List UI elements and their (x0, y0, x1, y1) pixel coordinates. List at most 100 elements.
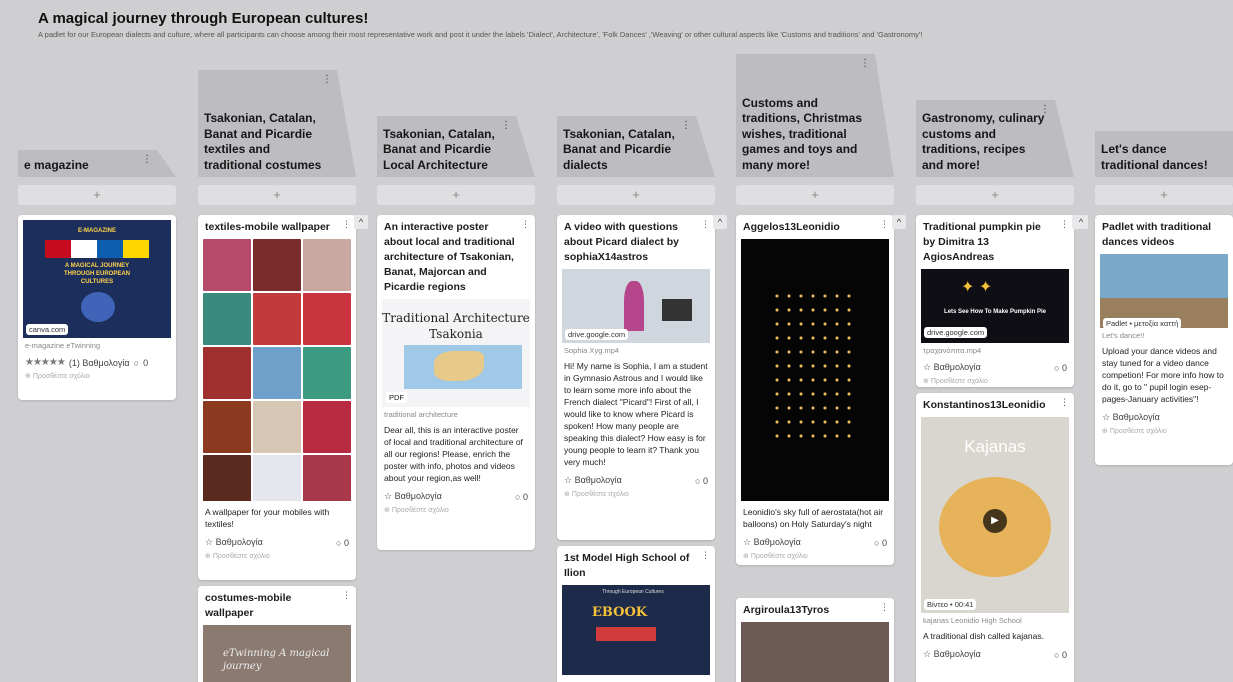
column-header[interactable]: Tsakonian, Catalan, Banat and Picardie d… (557, 116, 715, 177)
add-comment[interactable]: ⊕ Προσθέστε σχόλιο (1095, 423, 1233, 441)
play-icon[interactable]: ▶ (983, 509, 1007, 533)
column-menu-icon[interactable]: ⋮ (501, 120, 511, 131)
attachment-name: e-magazine eTwinning (25, 341, 101, 350)
column-menu-icon[interactable]: ⋮ (1040, 104, 1050, 115)
column-menu-icon[interactable]: ⋮ (142, 154, 152, 165)
column-header[interactable]: Tsakonian, Catalan, Banat and Picardie t… (198, 70, 356, 177)
post-menu-icon[interactable]: ⋮ (1060, 219, 1069, 230)
rate-control[interactable]: ☆ Βαθμολογία (205, 537, 263, 548)
post-card[interactable]: Argiroula13Tyros ⋮ (736, 598, 894, 682)
column-menu-icon[interactable]: ⋮ (322, 74, 332, 85)
post-thumbnail[interactable]: E-MAGAZINE A MAGICAL JOURNEY THROUGH EUR… (23, 220, 171, 338)
column-header[interactable]: Tsakonian, Catalan, Banat and Picardie L… (377, 116, 535, 177)
add-post-button[interactable]: + (1095, 185, 1233, 205)
post-card[interactable]: Padlet with traditional dances videos Pa… (1095, 215, 1233, 465)
post-thumbnail[interactable]: drive.google.com (562, 269, 710, 343)
post-thumbnail[interactable]: Through European Cultures EBOOK (562, 585, 710, 675)
add-comment[interactable]: ⊕ Προσθέστε σχόλιο (198, 548, 356, 566)
comments[interactable]: ○ 0 (1054, 363, 1067, 373)
comments[interactable]: ○ 0 (515, 492, 528, 502)
column-menu-icon[interactable]: ⋮ (860, 58, 870, 69)
post-menu-icon[interactable]: ⋮ (342, 590, 351, 601)
post-card[interactable]: ⋮ E-MAGAZINE A MAGICAL JOURNEY THROUGH E… (18, 215, 176, 400)
add-post-button[interactable]: + (377, 185, 535, 205)
rate-control[interactable]: ☆ Βαθμολογία (384, 491, 442, 502)
source-link[interactable]: Padlet • μετοξία καττή (1103, 318, 1182, 328)
post-thumbnail[interactable]: eTwinning A magical journey (203, 625, 351, 682)
post-card[interactable]: costumes-mobile wallpaper ⋮ eTwinning A … (198, 586, 356, 682)
rating-row[interactable]: ☆ Βαθμολογία ○ 0 (916, 642, 1074, 660)
post-menu-icon[interactable]: ⋮ (1060, 397, 1069, 408)
add-comment[interactable]: ⊕ Προσθέστε σχόλιο (736, 548, 894, 565)
add-post-button[interactable]: + (736, 185, 894, 205)
rating-row[interactable]: ☆ Βαθμολογία (1095, 405, 1233, 423)
scroll-up-button[interactable]: ^ (713, 215, 727, 229)
post-thumbnail[interactable] (741, 239, 889, 501)
column-header[interactable]: Let's dance traditional dances! (1095, 131, 1233, 177)
comments[interactable]: ○ 0 (695, 476, 708, 486)
comment-count: 0 (343, 537, 349, 548)
rate-control[interactable]: ☆ Βαθμολογία (923, 649, 981, 660)
post-card[interactable]: textiles-mobile wallpaper ⋮ A wallpaper … (198, 215, 356, 580)
scroll-up-button[interactable]: ^ (354, 215, 368, 229)
textile-tile (253, 401, 301, 453)
flags (45, 240, 149, 258)
post-thumbnail[interactable]: Traditional Architecture Tsakonia PDF (382, 299, 530, 407)
post-menu-icon[interactable]: ⋮ (701, 219, 710, 230)
add-comment[interactable]: ⊕ Προσθέστε σχόλιο (18, 368, 176, 386)
post-menu-icon[interactable]: ⋮ (880, 219, 889, 230)
thumbnail-text: Lets See How To Make Pumpkin Pie (944, 309, 1046, 315)
post-thumbnail[interactable]: Kajanas ▶ Βίντεο • 00:41 (921, 417, 1069, 613)
post-thumbnail[interactable] (203, 239, 351, 501)
rating-row[interactable]: ☆ Βαθμολογία ○ 0 (916, 355, 1074, 373)
post-card[interactable]: 1st Model High School of Ilion ⋮ Through… (557, 546, 715, 682)
add-comment[interactable]: ⊕ Προσθέστε σχόλιο (916, 373, 1074, 387)
post-thumbnail[interactable]: Padlet • μετοξία καττή (1100, 254, 1228, 328)
star-icon: ☆ (923, 649, 934, 659)
source-link[interactable]: canva.com (26, 324, 69, 335)
scroll-up-button[interactable]: ^ (892, 215, 906, 229)
post-card[interactable]: Konstantinos13Leonidio ⋮ Kajanas ▶ Βίντε… (916, 393, 1074, 682)
post-thumbnail[interactable]: ✦ ✦ Lets See How To Make Pumpkin Pie dri… (921, 269, 1069, 343)
add-post-button[interactable]: + (18, 185, 176, 205)
scroll-up-button[interactable]: ^ (1074, 215, 1088, 229)
column-menu-icon[interactable]: ⋮ (681, 120, 691, 131)
post-card[interactable]: Traditional pumpkin pie by Dimitra 13 Ag… (916, 215, 1074, 387)
post-card[interactable]: Aggelos13Leonidio ⋮ Leonidio's sky full … (736, 215, 894, 565)
post-menu-icon[interactable]: ⋮ (521, 219, 530, 230)
rating-stars[interactable]: ★★★★★ (25, 357, 66, 368)
post-card[interactable]: An interactive poster about local and tr… (377, 215, 535, 550)
add-post-button[interactable]: + (557, 185, 715, 205)
source-link[interactable]: drive.google.com (924, 327, 988, 338)
pdf-badge: PDF (386, 392, 407, 403)
comments[interactable]: ○ 0 (1054, 650, 1067, 660)
add-post-button[interactable]: + (198, 185, 356, 205)
post-thumbnail[interactable] (741, 622, 889, 682)
rate-control[interactable]: ☆ Βαθμολογία (564, 475, 622, 486)
comments[interactable]: ○ 0 (336, 538, 349, 548)
ebook-banner (596, 627, 656, 641)
comment-icon[interactable]: ○ (134, 358, 139, 368)
add-comment-label: Προσθέστε σχόλιο (930, 378, 988, 385)
post-menu-icon[interactable]: ⋮ (342, 219, 351, 230)
post-menu-icon[interactable]: ⋮ (880, 602, 889, 613)
rate-control[interactable]: ☆ Βαθμολογία (923, 362, 981, 373)
column-header[interactable]: Gastronomy, culinary customs and traditi… (916, 100, 1074, 177)
add-comment-label: Προσθέστε σχόλιο (750, 553, 808, 560)
rating-row[interactable]: ☆ Βαθμολογία ○ 0 (377, 484, 535, 502)
source-link[interactable]: drive.google.com (565, 329, 629, 340)
add-comment[interactable]: ⊕ Προσθέστε σχόλιο (557, 486, 715, 504)
add-post-button[interactable]: + (916, 185, 1074, 205)
rating-row[interactable]: ☆ Βαθμολογία ○ 0 (557, 468, 715, 486)
post-menu-icon[interactable]: ⋮ (701, 550, 710, 561)
rating-row[interactable]: ☆ Βαθμολογία ○ 0 (198, 530, 356, 548)
comments[interactable]: ○ 0 (874, 538, 887, 548)
add-comment[interactable]: ⊕ Προσθέστε σχόλιο (377, 502, 535, 520)
column-header[interactable]: Customs and traditions, Christmas wishes… (736, 54, 894, 177)
rating-row[interactable]: ☆ Βαθμολογία ○ 0 (736, 530, 894, 548)
rate-control[interactable]: ☆ Βαθμολογία (743, 537, 801, 548)
rate-control[interactable]: ☆ Βαθμολογία (1102, 412, 1160, 423)
post-card[interactable]: A video with questions about Picard dial… (557, 215, 715, 540)
column-header[interactable]: e magazine ⋮ (18, 150, 176, 177)
rating-row[interactable]: ★★★★★ (1) Βαθμολογία ○ 0 (18, 350, 176, 368)
